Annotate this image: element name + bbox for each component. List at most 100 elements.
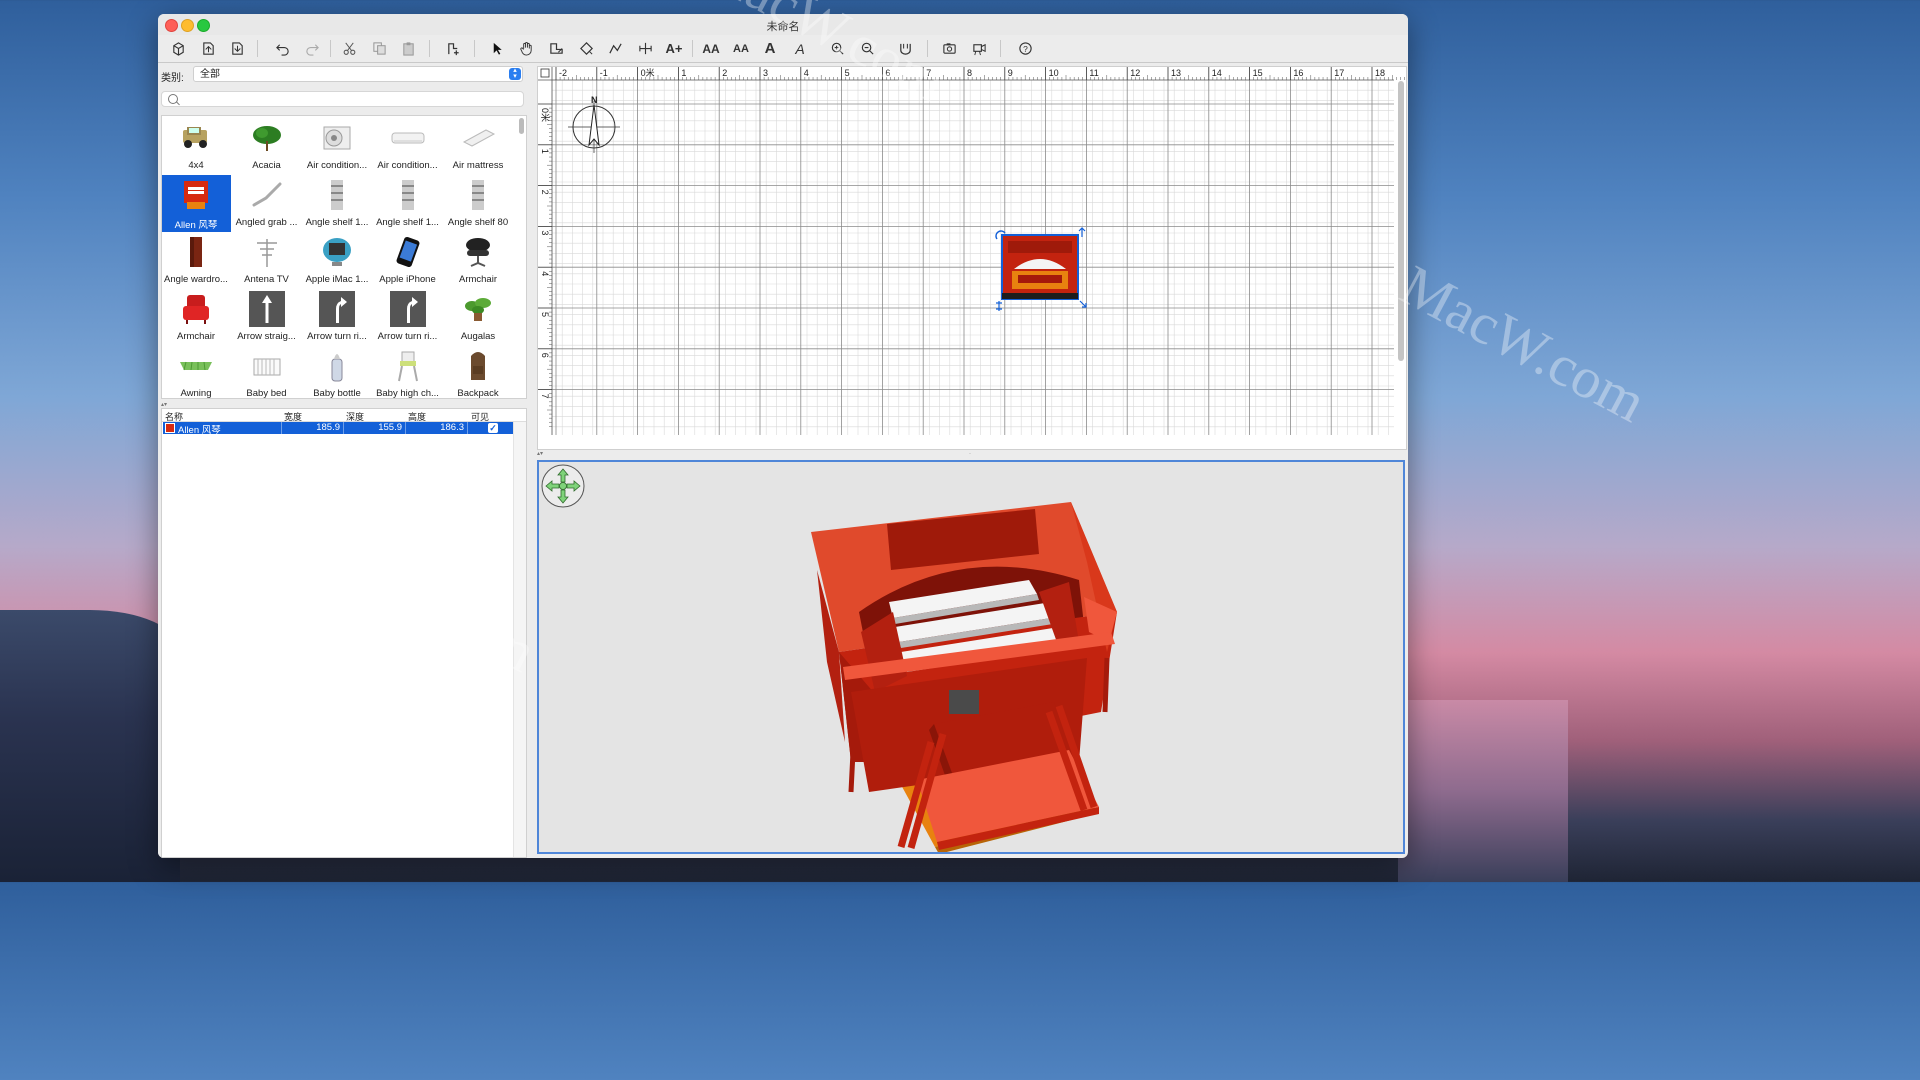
catalog-item[interactable]: Angle shelf 80 xyxy=(443,175,513,232)
catalog-item[interactable]: Baby high ch... xyxy=(373,346,443,399)
ruler-y-label: 7 xyxy=(540,394,550,399)
ruler-x-label: 4 xyxy=(804,68,809,78)
catalog-item[interactable]: Antena TV xyxy=(232,232,302,289)
catalog-item-label: Apple iMac 1... xyxy=(305,274,369,285)
catalog-item-label: Arrow turn ri... xyxy=(377,331,438,342)
catalog-item[interactable]: Baby bottle xyxy=(302,346,372,399)
splitter-handle[interactable]: ▴▾ xyxy=(161,401,525,408)
arrow-turn-icon xyxy=(389,291,426,327)
app-window: 未命名 A+ AA AA A A ? 类别: 全部 ▴ ▾ 4x4 Acacia… xyxy=(158,14,1408,858)
text-smaller-icon[interactable]: AA xyxy=(731,39,751,58)
ruler-x-label: -2 xyxy=(559,68,567,78)
category-select[interactable]: 全部 ▴ ▾ xyxy=(193,66,523,82)
visible-checkbox[interactable]: ✓ xyxy=(488,423,498,433)
select-arrows-icon: ▴ ▾ xyxy=(509,67,521,80)
catalog-item[interactable]: Angle wardro... xyxy=(162,232,231,289)
compass-north-label: N xyxy=(591,95,598,105)
undo-icon[interactable] xyxy=(272,39,292,58)
row-height: 186.3 xyxy=(405,422,467,434)
category-label: 类别: xyxy=(161,73,184,84)
furniture-table: 名称 宽度 深度 高度 可见 Allen 风琴 185.9 155.9 186.… xyxy=(161,408,527,858)
paste-icon[interactable] xyxy=(398,39,418,58)
copy-icon[interactable] xyxy=(369,39,389,58)
catalog-item[interactable]: Backpack xyxy=(443,346,513,398)
text-larger-icon[interactable]: AA xyxy=(701,39,721,58)
car-icon xyxy=(178,120,214,156)
catalog-item[interactable]: Angle shelf 1... xyxy=(373,175,443,232)
new-home-icon[interactable] xyxy=(168,39,188,58)
catalog-item[interactable]: Acacia xyxy=(232,118,302,175)
plan-canvas[interactable]: -2 -1 0米 1 2 3 4 5 6 7 8 9 10 11 12 13 14 15 16 17 180米12345… xyxy=(538,67,1406,449)
shelf-icon xyxy=(460,177,496,213)
text-bold-icon[interactable]: A xyxy=(760,39,780,58)
catalog-item[interactable]: Air mattress xyxy=(443,118,513,175)
catalog-item[interactable]: Air condition... xyxy=(373,118,443,175)
catalog-item[interactable]: Awning xyxy=(162,346,231,398)
catalog-item[interactable]: Armchair xyxy=(162,289,231,346)
table-row[interactable]: Allen 风琴 185.9 155.9 186.3 ✓ xyxy=(163,422,513,436)
create-rooms-icon[interactable] xyxy=(576,39,596,58)
add-text-icon[interactable]: A+ xyxy=(664,39,684,58)
catalog-item[interactable]: Baby bed xyxy=(232,346,302,399)
select-arrow-icon[interactable] xyxy=(487,39,507,58)
search-input[interactable] xyxy=(161,91,524,107)
catalog-scrollbar[interactable] xyxy=(519,118,524,134)
catalog-item[interactable]: Apple iPhone xyxy=(373,232,443,289)
ruler-y-label: 5 xyxy=(540,312,550,317)
catalog-item-label: Baby bed xyxy=(246,388,287,399)
catalog-item[interactable]: Arrow turn ri... xyxy=(373,289,443,346)
awning-icon xyxy=(178,348,214,384)
catalog-item-label: Baby bottle xyxy=(313,388,361,399)
catalog-item[interactable]: Apple iMac 1... xyxy=(302,232,372,289)
catalog-item[interactable]: Augalas xyxy=(443,289,513,346)
3d-view[interactable] xyxy=(537,460,1405,854)
plan-scrollbar[interactable] xyxy=(1398,81,1404,361)
catalog-item[interactable]: Angled grab ... xyxy=(232,175,302,232)
create-polylines-icon[interactable] xyxy=(605,39,625,58)
grab-bar-icon xyxy=(249,177,285,213)
create-photo-icon[interactable] xyxy=(939,39,959,58)
table-scrollbar[interactable] xyxy=(513,422,526,857)
ruler-x-label: 7 xyxy=(926,68,931,78)
navigation-control[interactable] xyxy=(541,464,585,508)
create-video-icon[interactable] xyxy=(969,39,989,58)
organ-icon xyxy=(178,177,214,213)
create-walls-icon[interactable] xyxy=(546,39,566,58)
row-depth: 155.9 xyxy=(343,422,405,434)
wardrobe-icon xyxy=(178,234,214,270)
catalog-item-label: Baby high ch... xyxy=(376,388,439,399)
catalog-item[interactable]: Allen 风琴 xyxy=(162,175,231,232)
import-furniture-icon[interactable] xyxy=(895,39,915,58)
organ-3d-model[interactable] xyxy=(811,502,1117,852)
catalog-item[interactable]: Armchair xyxy=(443,232,513,289)
zoom-out-icon[interactable] xyxy=(857,39,877,58)
catalog-item-label: Acacia xyxy=(252,160,281,171)
svg-text:?: ? xyxy=(1023,44,1028,54)
catalog-item[interactable]: Arrow straig... xyxy=(232,289,302,346)
shelf-icon xyxy=(319,177,355,213)
catalog-item[interactable]: Angle shelf 1... xyxy=(302,175,372,232)
help-icon[interactable]: ? xyxy=(1015,39,1035,58)
plan-view[interactable]: -2 -1 0米 1 2 3 4 5 6 7 8 9 10 11 12 13 14 15 16 17 18 0米 1 2 3 4 5… xyxy=(537,66,1407,450)
catalog-item[interactable]: Arrow turn ri... xyxy=(302,289,372,346)
view-splitter[interactable]: ▴▾ · xyxy=(537,450,1405,458)
ruler-x-label: 13 xyxy=(1171,68,1181,78)
row-name: Allen 风琴 xyxy=(178,425,221,436)
open-icon[interactable] xyxy=(198,39,218,58)
create-dimensions-icon[interactable] xyxy=(635,39,655,58)
redo-icon[interactable] xyxy=(302,39,322,58)
pan-hand-icon[interactable] xyxy=(516,39,536,58)
toolbar: A+ AA AA A A ? xyxy=(158,35,1408,63)
catalog-item[interactable]: 4x4 xyxy=(162,118,231,175)
text-italic-icon[interactable]: A xyxy=(790,39,810,58)
3d-canvas[interactable] xyxy=(539,462,1403,852)
catalog-item[interactable]: Air condition... xyxy=(302,118,372,175)
cut-icon[interactable] xyxy=(339,39,359,58)
add-furniture-icon[interactable] xyxy=(443,39,463,58)
air-conditioner-indoor-icon xyxy=(390,120,426,156)
iphone-icon xyxy=(390,234,426,270)
ruler-x-label: 0米 xyxy=(641,67,655,78)
plant-icon xyxy=(460,291,496,327)
save-icon[interactable] xyxy=(227,39,247,58)
zoom-in-icon[interactable] xyxy=(827,39,847,58)
